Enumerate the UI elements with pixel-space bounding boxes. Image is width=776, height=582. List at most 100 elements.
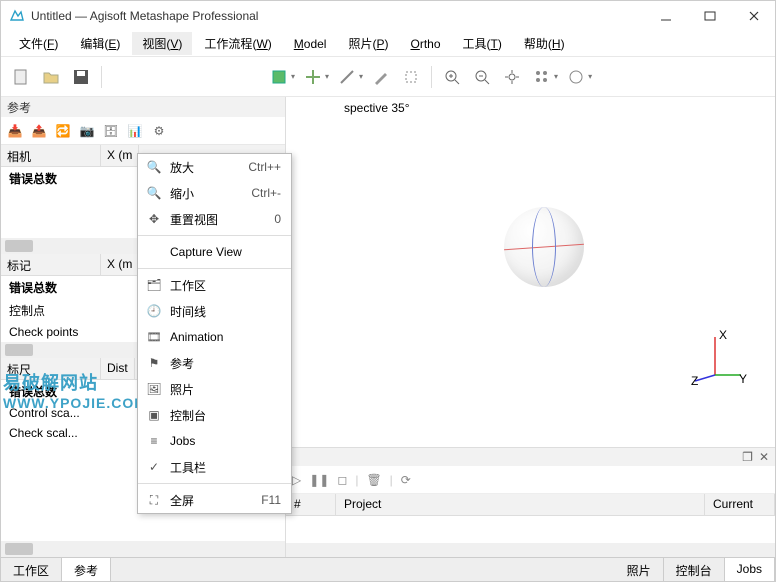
- title-bar: Untitled — Agisoft Metashape Professiona…: [1, 1, 775, 31]
- reference-panel-header: 参考: [1, 97, 285, 117]
- menu-edit[interactable]: 编辑(E): [70, 32, 130, 55]
- menu-model[interactable]: Model: [284, 34, 337, 54]
- view-mode-icon[interactable]: [562, 63, 590, 91]
- import-icon[interactable]: 📥: [5, 121, 25, 141]
- dropdown-caret-icon[interactable]: ▾: [359, 72, 363, 81]
- tab-jobs[interactable]: Jobs: [725, 558, 775, 581]
- delete-icon[interactable]: 🗑: [366, 473, 381, 487]
- menu-item-timeline[interactable]: 🕘时间线: [138, 298, 291, 324]
- stop-icon[interactable]: ◻: [337, 473, 347, 487]
- menu-workflow[interactable]: 工作流程(W): [194, 32, 281, 55]
- column-marker[interactable]: 标记: [1, 254, 101, 275]
- new-icon[interactable]: [7, 63, 35, 91]
- menu-item-toolbar[interactable]: ✓工具栏: [138, 454, 291, 480]
- dropdown-caret-icon[interactable]: ▾: [554, 72, 558, 81]
- menu-item-capture-view[interactable]: Capture View: [138, 239, 291, 265]
- axis-gizmo: X Y Z: [691, 331, 745, 385]
- jobs-col-num[interactable]: #: [286, 494, 336, 515]
- axis-y-label: Y: [739, 372, 747, 386]
- menu-item-jobs[interactable]: ≡Jobs: [138, 428, 291, 454]
- dropdown-caret-icon[interactable]: ▾: [588, 72, 592, 81]
- calc-icon[interactable]: 🗄: [101, 121, 121, 141]
- window-title: Untitled — Agisoft Metashape Professiona…: [31, 9, 653, 23]
- convert-icon[interactable]: 🔁: [53, 121, 73, 141]
- fit-view-icon[interactable]: [498, 63, 526, 91]
- draw-icon[interactable]: [367, 63, 395, 91]
- column-ruler[interactable]: 标尺: [1, 358, 101, 379]
- tab-workspace[interactable]: 工作区: [1, 558, 62, 581]
- menu-help[interactable]: 帮助(H): [514, 32, 575, 55]
- axis-x-label: X: [719, 328, 727, 342]
- refresh-icon[interactable]: ⟳: [401, 473, 411, 487]
- menu-item-animation[interactable]: 🎞Animation: [138, 324, 291, 350]
- stats-icon[interactable]: 📊: [125, 121, 145, 141]
- menu-item-zoom-out[interactable]: 🔍缩小Ctrl+-: [138, 180, 291, 206]
- play-icon[interactable]: ▷: [292, 473, 301, 487]
- grid-icon[interactable]: [528, 63, 556, 91]
- right-panel: spective 35° X Y Z ❐ ✕ ▷: [286, 97, 775, 557]
- 3d-viewport[interactable]: spective 35° X Y Z: [286, 97, 775, 447]
- menu-item-workspace[interactable]: 🗂工作区: [138, 272, 291, 298]
- scrollbar-horizontal[interactable]: [286, 543, 775, 557]
- save-icon[interactable]: [67, 63, 95, 91]
- column-x[interactable]: X (m: [101, 145, 139, 166]
- reset-view-icon: ✥: [144, 212, 164, 226]
- column-x[interactable]: X (m: [101, 254, 139, 275]
- maximize-button[interactable]: [697, 8, 723, 24]
- workspace-icon: 🗂: [144, 278, 164, 292]
- rect-select-icon[interactable]: [265, 63, 293, 91]
- axis-z-label: Z: [691, 374, 698, 388]
- zoom-out-icon[interactable]: [468, 63, 496, 91]
- zoom-in-icon[interactable]: [438, 63, 466, 91]
- jobs-columns: # Project Current: [286, 494, 775, 516]
- ruler-icon[interactable]: [333, 63, 361, 91]
- menu-separator: [138, 268, 291, 269]
- menu-item-photos[interactable]: 🖼照片: [138, 376, 291, 402]
- scrollbar-horizontal[interactable]: [1, 541, 285, 557]
- menu-item-fullscreen[interactable]: ⛶全屏F11: [138, 487, 291, 513]
- main-toolbar: ▾ ▾ ▾ ▾ ▾: [1, 57, 775, 97]
- crop-icon[interactable]: [397, 63, 425, 91]
- photos-icon: 🖼: [144, 382, 164, 396]
- minimize-button[interactable]: [653, 8, 679, 24]
- menu-item-console[interactable]: ▣控制台: [138, 402, 291, 428]
- jobs-icon: ≡: [144, 434, 164, 448]
- jobs-list: [286, 516, 775, 543]
- pause-icon[interactable]: ❚❚: [309, 473, 329, 487]
- tab-reference[interactable]: 参考: [62, 558, 111, 581]
- jobs-col-current[interactable]: Current: [705, 494, 775, 515]
- app-icon: [9, 8, 25, 24]
- menu-photo[interactable]: 照片(P): [338, 32, 398, 55]
- detach-icon[interactable]: ❐: [742, 450, 753, 464]
- menu-file[interactable]: 文件(F): [9, 32, 68, 55]
- tab-console[interactable]: 控制台: [664, 558, 725, 581]
- close-button[interactable]: [741, 8, 767, 24]
- menu-item-reset-view[interactable]: ✥重置视图0: [138, 206, 291, 232]
- menu-item-reference[interactable]: ⚑参考: [138, 350, 291, 376]
- reference-panel-toolbar: 📥 📤 🔁 📷 🗄 📊 ⚙: [1, 117, 285, 145]
- jobs-col-project[interactable]: Project: [336, 494, 705, 515]
- settings-icon[interactable]: ⚙: [149, 121, 169, 141]
- dropdown-caret-icon[interactable]: ▾: [325, 72, 329, 81]
- export-icon[interactable]: 📤: [29, 121, 49, 141]
- column-camera[interactable]: 相机: [1, 145, 101, 166]
- menu-ortho[interactable]: Ortho: [400, 34, 450, 54]
- trackball-sphere: [504, 207, 584, 287]
- menu-bar: 文件(F) 编辑(E) 视图(V) 工作流程(W) Model 照片(P) Or…: [1, 31, 775, 57]
- zoom-out-icon: 🔍: [144, 186, 164, 200]
- move-icon[interactable]: [299, 63, 327, 91]
- column-dist[interactable]: Dist: [101, 358, 135, 379]
- menu-item-zoom-in[interactable]: 🔍放大Ctrl++: [138, 154, 291, 180]
- timeline-icon: 🕘: [144, 304, 164, 318]
- camera-icon[interactable]: 📷: [77, 121, 97, 141]
- menu-view[interactable]: 视图(V): [132, 32, 192, 55]
- tab-photos[interactable]: 照片: [615, 558, 664, 581]
- menu-tools[interactable]: 工具(T): [453, 32, 512, 55]
- view-menu-dropdown: 🔍放大Ctrl++ 🔍缩小Ctrl+- ✥重置视图0 Capture View …: [137, 153, 292, 514]
- zoom-in-icon: 🔍: [144, 160, 164, 174]
- open-icon[interactable]: [37, 63, 65, 91]
- menu-separator: [138, 235, 291, 236]
- dropdown-caret-icon[interactable]: ▾: [291, 72, 295, 81]
- toolbar-separator: [431, 66, 432, 88]
- close-panel-icon[interactable]: ✕: [759, 450, 769, 464]
